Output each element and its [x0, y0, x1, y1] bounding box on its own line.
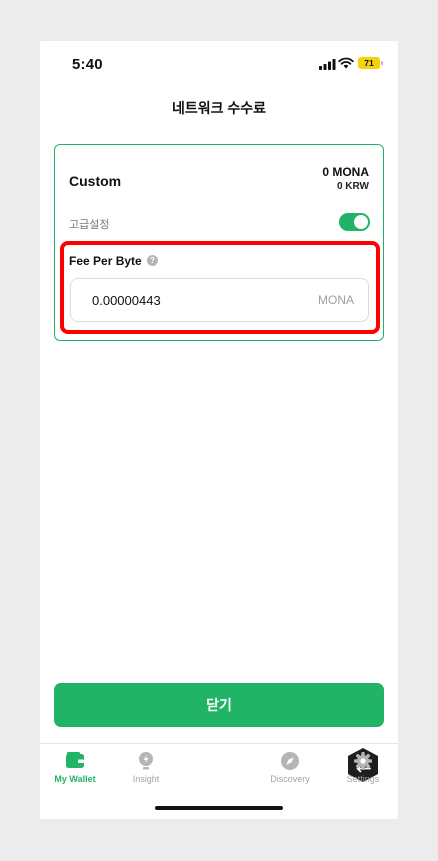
status-bar: 5:40 71 — [40, 41, 398, 87]
fee-option-name: Custom — [69, 173, 122, 189]
fee-input-value: 0.00000443 — [92, 293, 161, 308]
toggle-knob — [354, 215, 368, 229]
tab-label: Insight — [132, 774, 160, 784]
tab-discovery[interactable]: Discovery — [255, 744, 325, 794]
gear-icon — [354, 752, 372, 770]
compass-icon — [281, 752, 299, 770]
signal-icon — [319, 59, 336, 70]
fee-input-unit: MONA — [318, 293, 354, 307]
wallet-icon — [66, 752, 84, 768]
fee-per-byte-label: Fee Per Byte — [69, 254, 142, 268]
wifi-icon — [338, 57, 354, 69]
fee-amount: 0 MONA — [322, 165, 369, 179]
bulb-icon — [139, 752, 153, 770]
fee-option-card[interactable]: Custom 0 MONA 0 KRW 고급설정 Fee Per Byte ? … — [54, 144, 384, 341]
tab-swap[interactable] — [184, 744, 378, 794]
close-button[interactable]: 닫기 — [54, 683, 384, 727]
fee-per-byte-input[interactable]: 0.00000443 MONA — [70, 278, 369, 322]
tab-settings[interactable]: Settings — [328, 744, 398, 794]
battery-icon: 71 — [358, 57, 380, 69]
tab-my-wallet[interactable]: My Wallet — [40, 744, 110, 794]
advanced-settings-toggle[interactable] — [339, 213, 370, 231]
battery-tip — [381, 61, 383, 65]
fee-fiat-amount: 0 KRW — [336, 181, 369, 192]
tab-label: My Wallet — [54, 774, 96, 784]
page-title: 네트워크 수수료 — [171, 100, 267, 116]
tab-label: Discovery — [270, 774, 310, 784]
phone-screen: 5:40 71 네트워크 수수료 Custom 0 MONA 0 KRW 고급설… — [40, 41, 398, 819]
help-icon[interactable]: ? — [147, 255, 158, 266]
advanced-settings-label: 고급설정 — [69, 219, 110, 231]
tab-label: Settings — [346, 774, 380, 784]
tab-insight[interactable]: Insight — [111, 744, 181, 794]
status-time: 5:40 — [72, 56, 103, 73]
home-indicator — [155, 806, 283, 810]
